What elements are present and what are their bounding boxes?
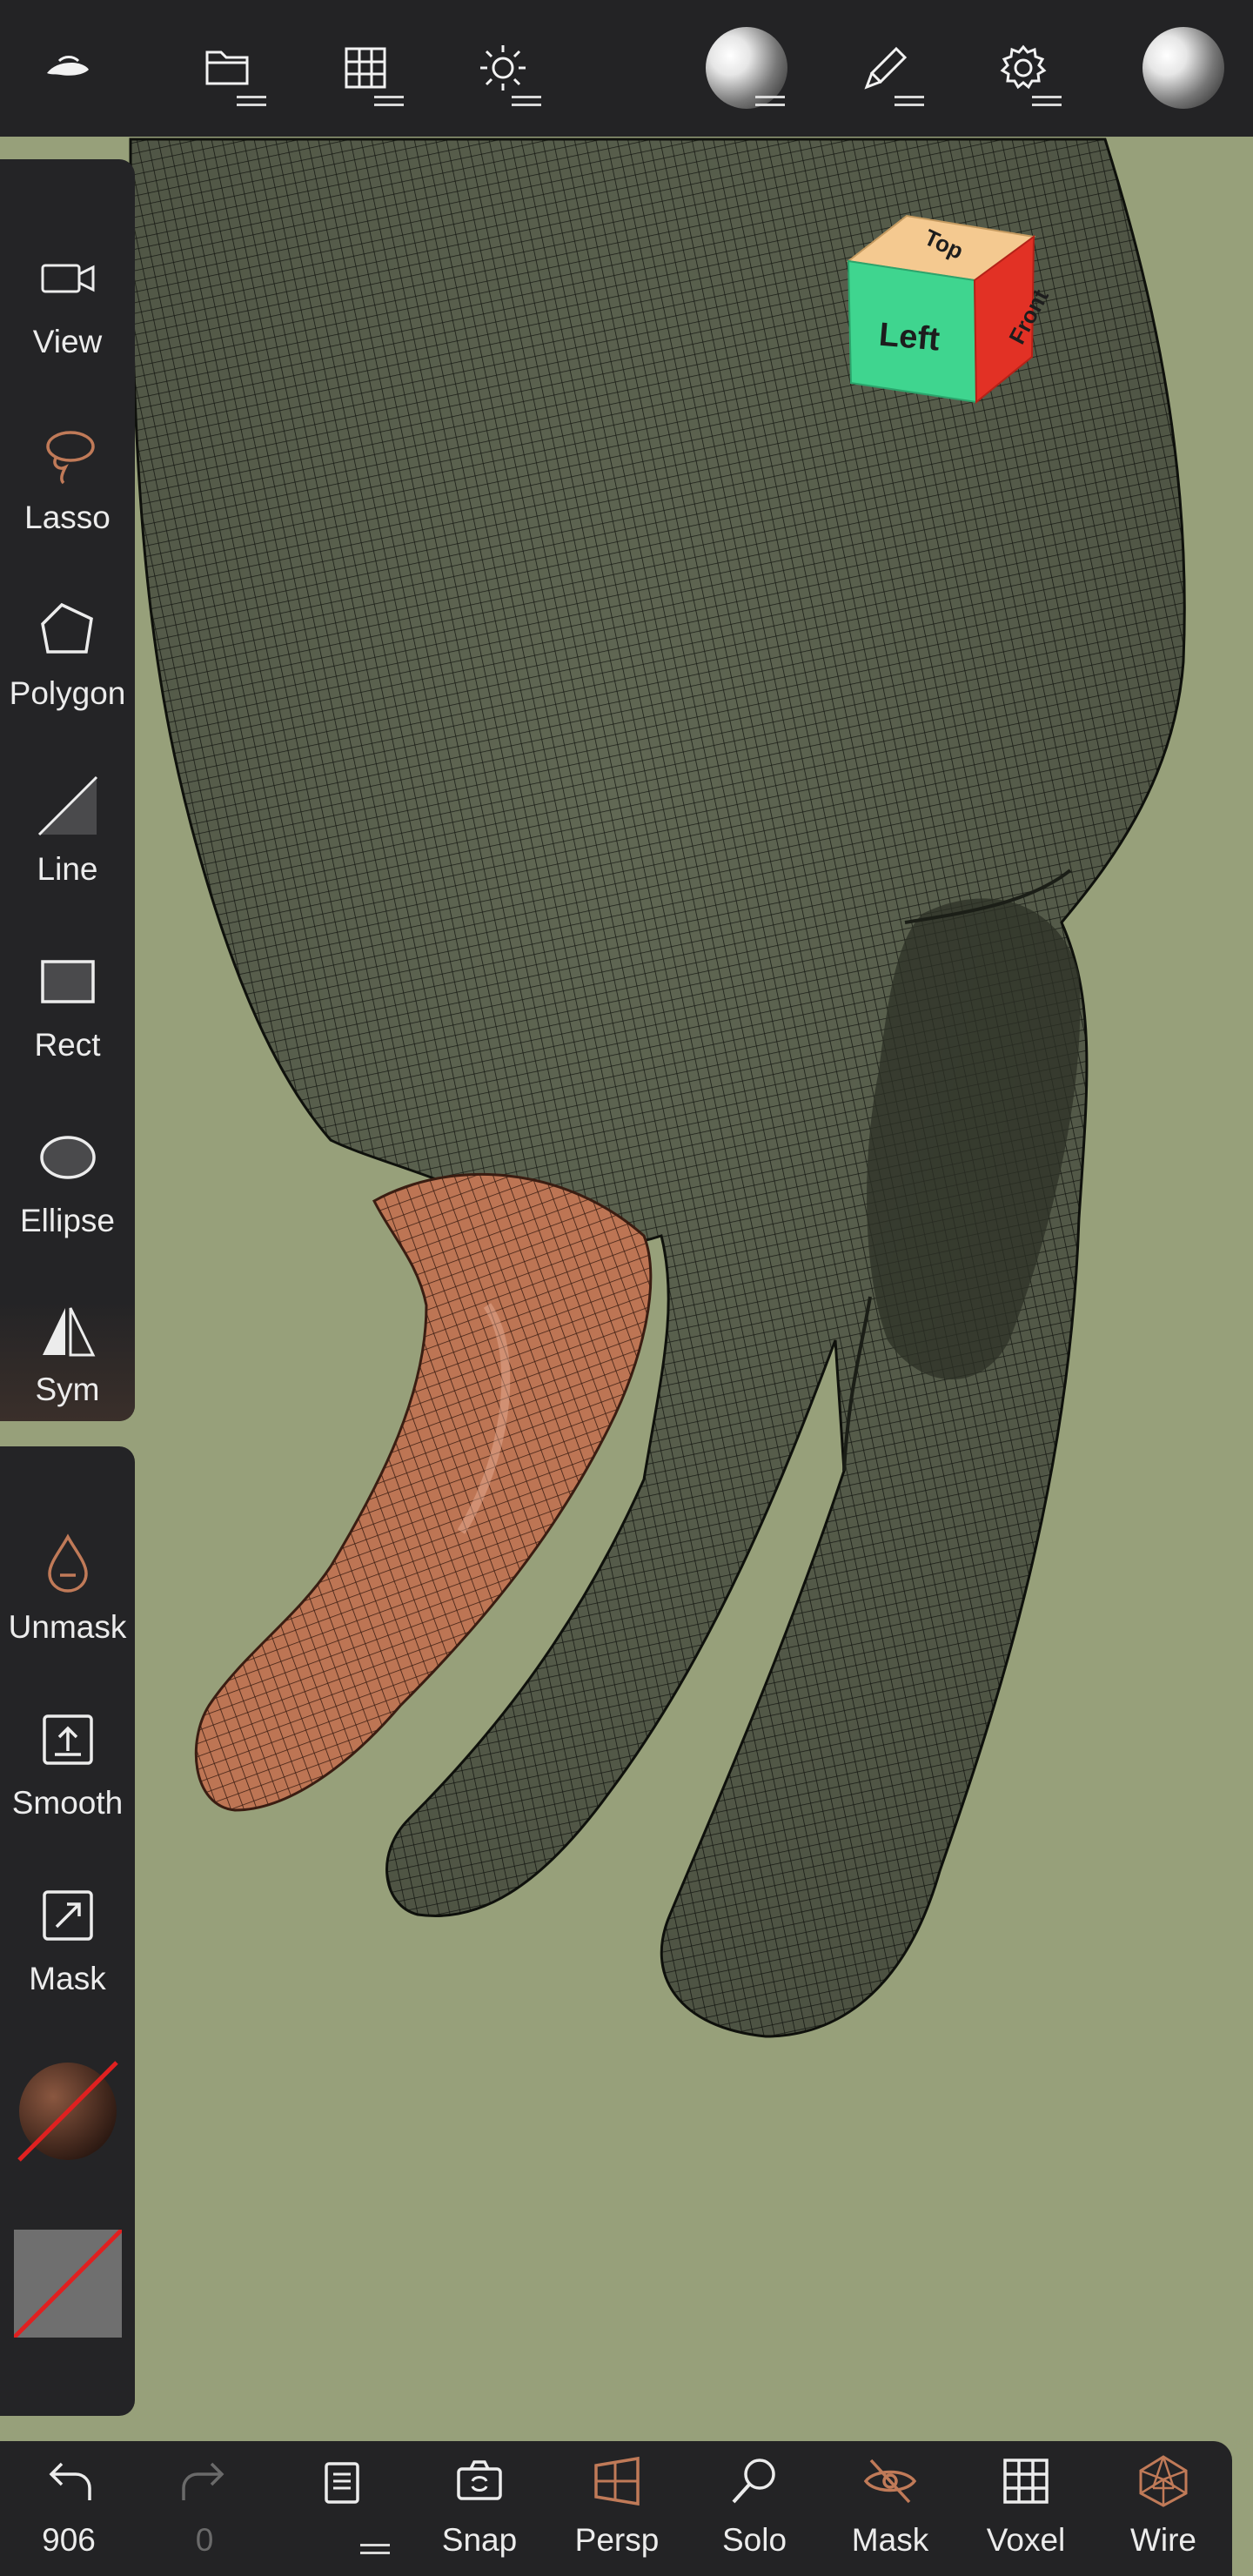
tool-unmask[interactable]: Unmask	[0, 1532, 135, 1697]
snap-label: Snap	[441, 2522, 518, 2558]
persp-label: Persp	[574, 2522, 660, 2558]
layers-button[interactable]	[277, 2453, 407, 2575]
gear-icon[interactable]	[980, 24, 1067, 111]
material-sphere-swatch[interactable]	[16, 2059, 120, 2163]
layers-icon	[325, 2462, 359, 2504]
tool-lasso[interactable]: Lasso	[0, 422, 135, 587]
mask-box-icon	[42, 1890, 93, 1941]
tool-rect[interactable]: Rect	[0, 949, 135, 1115]
solo-button[interactable]: Solo	[689, 2453, 820, 2575]
sun-icon[interactable]	[459, 24, 546, 111]
lasso-icon	[45, 431, 95, 485]
brush-icon[interactable]	[842, 24, 929, 111]
tool-ellipse[interactable]: Ellipse	[0, 1125, 135, 1291]
drop-minus-icon	[47, 1533, 88, 1593]
redo-icon	[182, 2462, 224, 2500]
folder-icon[interactable]	[184, 24, 271, 111]
tool-view[interactable]: View	[0, 246, 135, 412]
tool-smooth[interactable]: Smooth	[0, 1707, 135, 1873]
polygon-icon	[40, 602, 93, 654]
perspective-icon	[594, 2456, 640, 2506]
redo-count: 0	[195, 2522, 214, 2558]
search-icon	[732, 2459, 775, 2504]
tool-sym-label: Sym	[35, 1372, 100, 1407]
matcap-sphere-icon[interactable]	[703, 24, 790, 111]
color-swatch[interactable]	[14, 2230, 122, 2338]
undo-count: 906	[42, 2522, 96, 2558]
tool-unmask-label: Unmask	[8, 1609, 127, 1645]
voxel-button[interactable]: Voxel	[961, 2453, 1091, 2575]
menu-indicator	[360, 2544, 390, 2554]
undo-button[interactable]: 906	[3, 2453, 134, 2575]
wireframe-icon	[1139, 2455, 1188, 2507]
tool-sym[interactable]: Sym	[0, 1301, 135, 1421]
wire-button[interactable]: Wire	[1098, 2453, 1229, 2575]
camera-icon	[41, 264, 94, 293]
tool-view-label: View	[32, 324, 103, 359]
tool-mask-label: Mask	[29, 1961, 106, 1996]
line-icon	[37, 775, 97, 836]
mask-tools-panel: Unmask Smooth Mask	[0, 1446, 135, 2416]
undo-icon	[49, 2462, 91, 2500]
tool-polygon[interactable]: Polygon	[0, 598, 135, 763]
bottom-toolbar: 906 0 Snap Persp Solo Mask Voxel Wire	[0, 2441, 1232, 2576]
mask-visibility-button[interactable]: Mask	[825, 2453, 955, 2575]
tool-mask[interactable]: Mask	[0, 1883, 135, 2049]
eye-off-icon	[863, 2459, 917, 2504]
upload-box-icon	[42, 1714, 93, 1765]
rect-icon	[40, 960, 95, 1003]
voxel-label: Voxel	[986, 2522, 1066, 2558]
ellipse-icon	[39, 1136, 96, 1179]
symmetry-icon	[42, 1307, 95, 1357]
selection-tools-panel: View Lasso Polygon Line Rect Ellipse Sym	[0, 159, 135, 1421]
tool-line[interactable]: Line	[0, 774, 135, 939]
tool-smooth-label: Smooth	[11, 1785, 124, 1821]
wire-label: Wire	[1129, 2522, 1197, 2558]
matcap-sphere-icon[interactable]	[1140, 24, 1227, 111]
camera-rotate-icon	[457, 2460, 502, 2500]
sculpt-viewport[interactable]: Left Top Front	[0, 0, 1253, 2576]
tool-line-label: Line	[37, 851, 98, 887]
solo-label: Solo	[721, 2522, 787, 2558]
snap-button[interactable]: Snap	[414, 2453, 545, 2575]
tool-polygon-label: Polygon	[9, 675, 126, 711]
voxel-grid-icon	[1003, 2459, 1049, 2504]
app-logo-icon[interactable]	[24, 24, 111, 111]
top-toolbar	[0, 0, 1253, 137]
tool-rect-label: Rect	[34, 1027, 101, 1063]
grid-icon[interactable]	[322, 24, 409, 111]
redo-button[interactable]: 0	[139, 2453, 270, 2575]
mask-visibility-label: Mask	[851, 2522, 929, 2558]
tool-lasso-label: Lasso	[24, 500, 111, 535]
view-cube-left-label: Left	[877, 317, 941, 359]
persp-button[interactable]: Persp	[552, 2453, 682, 2575]
tool-ellipse-label: Ellipse	[20, 1203, 115, 1238]
